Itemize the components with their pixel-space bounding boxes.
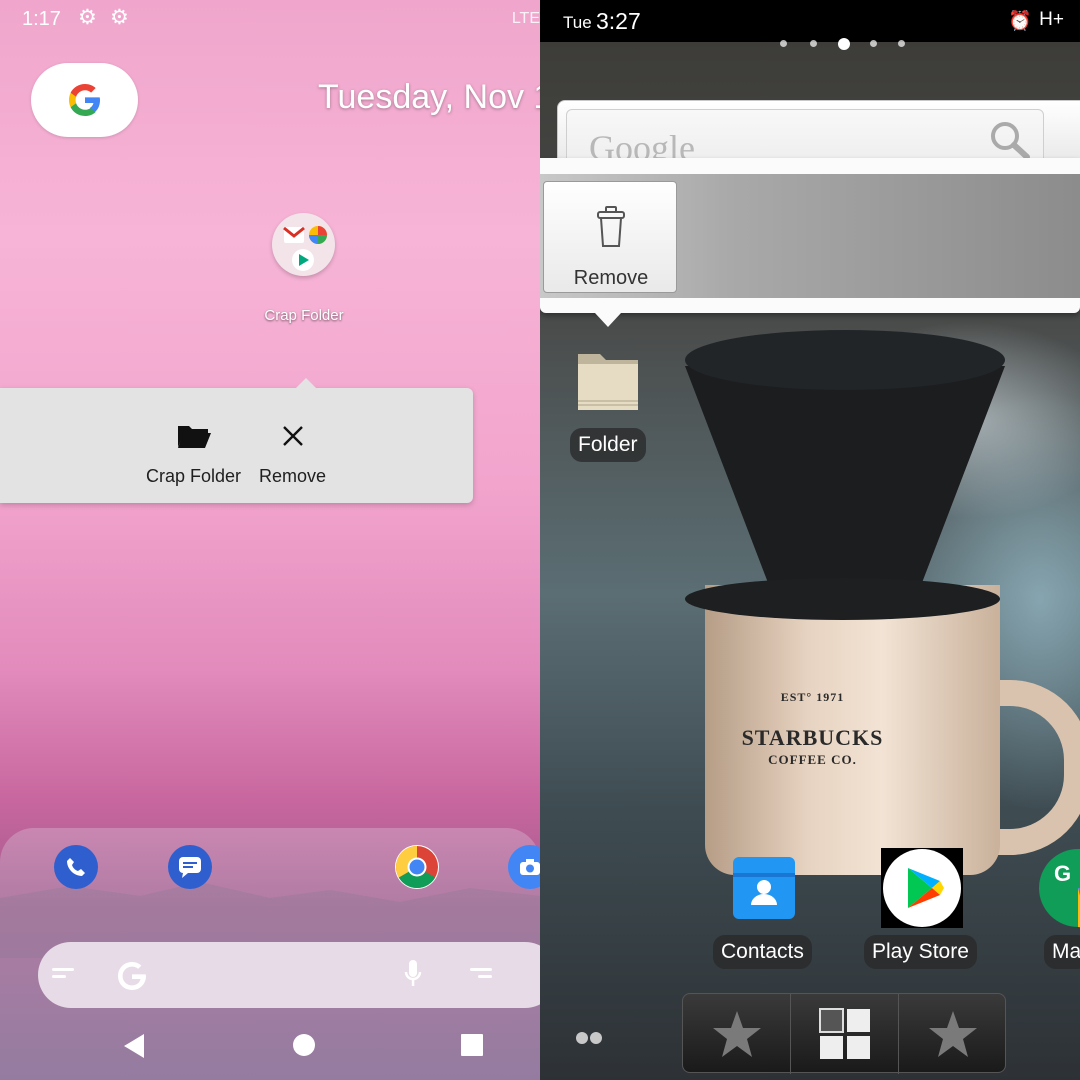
play-store-label: Play Store bbox=[864, 935, 977, 969]
status-bar-right: Tue 3:27 ⏰ H+ bbox=[540, 0, 1080, 42]
trash-icon bbox=[597, 206, 625, 247]
dock-bar bbox=[682, 993, 1006, 1074]
play-store-icon[interactable] bbox=[881, 848, 963, 928]
remove-drop-bar: Remove bbox=[540, 158, 1080, 327]
home-icon[interactable] bbox=[292, 1033, 316, 1062]
remove-target-label: Remove bbox=[573, 267, 649, 289]
app-drawer-icon[interactable] bbox=[791, 994, 898, 1074]
network-type: H+ bbox=[1039, 9, 1064, 30]
dripper-base bbox=[685, 578, 1000, 620]
navigation-bar bbox=[0, 1015, 540, 1080]
remove-option[interactable]: Remove bbox=[259, 418, 326, 487]
lens-icon[interactable] bbox=[468, 966, 494, 989]
favorites-star-icon[interactable] bbox=[899, 994, 1006, 1074]
folder-label: Folder bbox=[570, 428, 646, 462]
status-time: 1:17 bbox=[22, 8, 61, 30]
mic-icon[interactable] bbox=[404, 958, 422, 995]
folder-context-popup: Crap Folder Remove bbox=[0, 378, 473, 503]
status-day: Tue bbox=[563, 13, 592, 32]
remove-drop-target[interactable]: Remove bbox=[543, 181, 677, 293]
menu-icon[interactable] bbox=[52, 966, 76, 989]
svg-text:G: G bbox=[1054, 861, 1071, 886]
phone-icon[interactable] bbox=[54, 845, 98, 889]
settings-gear-icon: ⚙ bbox=[110, 6, 129, 29]
open-folder-label: Crap Folder bbox=[146, 466, 242, 486]
folder-icon[interactable] bbox=[576, 348, 640, 412]
status-time: 3:27 bbox=[596, 8, 641, 34]
recents-icon[interactable] bbox=[460, 1033, 484, 1062]
alarm-icon: ⏰ bbox=[1008, 11, 1032, 32]
status-bar-left: 1:17 ⚙ ⚙ LTE bbox=[0, 0, 540, 38]
folder-preview-icon bbox=[283, 226, 327, 271]
date-widget[interactable]: Tuesday, Nov 1 bbox=[318, 78, 540, 117]
mug-text-brand: STARBUCKS bbox=[741, 725, 884, 750]
crap-folder-icon[interactable] bbox=[272, 213, 335, 276]
open-folder-icon bbox=[177, 426, 211, 448]
google-g-icon bbox=[68, 84, 100, 116]
google-search-bar[interactable] bbox=[38, 942, 540, 1008]
right-screen: EST° 1971 STARBUCKS COFFEE CO. Tue 3:27 … bbox=[540, 0, 1080, 1080]
remove-label: Remove bbox=[259, 466, 327, 486]
google-search-pill[interactable] bbox=[31, 63, 138, 137]
left-screen: 1:17 ⚙ ⚙ LTE Tuesday, Nov 1 Crap Folder bbox=[0, 0, 540, 1080]
contacts-label: Contacts bbox=[713, 935, 812, 969]
back-icon[interactable] bbox=[122, 1033, 146, 1064]
network-type: LTE bbox=[511, 10, 540, 27]
favorites-star-icon[interactable] bbox=[683, 994, 790, 1074]
chrome-icon[interactable] bbox=[395, 845, 439, 889]
settings-gear-icon: ⚙ bbox=[78, 6, 97, 29]
crap-folder-label: Crap Folder bbox=[264, 307, 344, 324]
mug-text-est: EST° 1971 bbox=[780, 690, 845, 704]
mug-text-sub: COFFEE CO. bbox=[768, 752, 857, 767]
maps-label: Ma bbox=[1044, 935, 1080, 969]
messages-icon[interactable] bbox=[168, 845, 212, 889]
popup-notch bbox=[595, 313, 621, 327]
open-folder-option[interactable]: Crap Folder bbox=[146, 418, 241, 487]
search-field[interactable]: Google bbox=[566, 109, 1044, 168]
popup-notch bbox=[296, 378, 316, 388]
close-icon bbox=[282, 426, 303, 446]
maps-icon[interactable]: G bbox=[1038, 848, 1080, 928]
google-g-icon bbox=[114, 958, 150, 999]
contacts-icon[interactable] bbox=[731, 855, 797, 921]
dripper-rim bbox=[685, 330, 1005, 390]
